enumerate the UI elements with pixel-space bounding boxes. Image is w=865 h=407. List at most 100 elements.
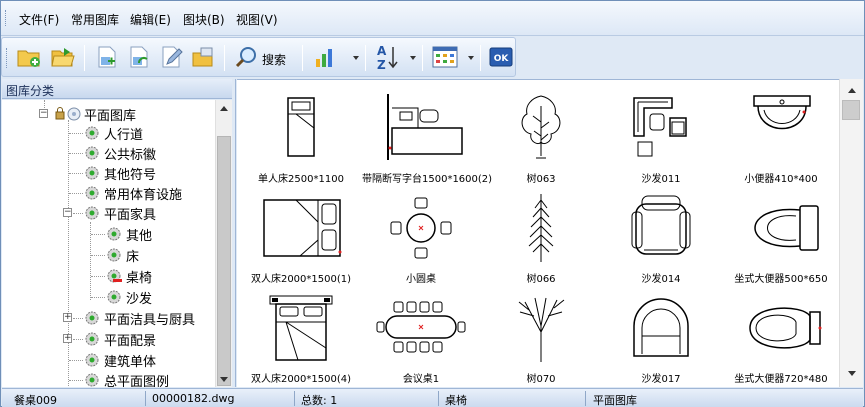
block-item[interactable]: 树066 bbox=[482, 188, 600, 288]
tree-node-other-symbols[interactable]: 其他符号 bbox=[84, 163, 156, 183]
grid-view-icon bbox=[432, 46, 458, 68]
tree-node-sofas[interactable]: 沙发 bbox=[106, 287, 152, 307]
armchair-icon bbox=[631, 195, 691, 255]
splitter[interactable] bbox=[232, 79, 236, 387]
view-mode-button[interactable] bbox=[430, 42, 460, 72]
tree-node-label: 沙发 bbox=[126, 291, 153, 307]
block-caption: 沙发017 bbox=[641, 374, 681, 385]
view-mode-dropdown-icon[interactable] bbox=[468, 56, 474, 60]
tree-node-label: 总平面图例 bbox=[104, 374, 170, 388]
new-folder-button[interactable] bbox=[14, 42, 44, 72]
block-caption: 沙发011 bbox=[641, 174, 681, 185]
block-item[interactable]: 小便器410*400 bbox=[722, 88, 839, 188]
tree-node-site-legend[interactable]: 总平面图例 bbox=[84, 370, 169, 387]
gear-icon bbox=[85, 332, 99, 346]
tree-connector bbox=[91, 276, 105, 277]
menu-file[interactable]: 文件(F) bbox=[19, 11, 59, 28]
tree-node-label: 平面洁具与厨具 bbox=[104, 312, 196, 328]
chart-view-dropdown-icon[interactable] bbox=[353, 56, 359, 60]
tree-node-furniture[interactable]: 平面家具 bbox=[84, 203, 156, 223]
sort-dropdown-icon[interactable] bbox=[410, 56, 416, 60]
toolbar-grip[interactable] bbox=[6, 48, 9, 68]
export-block-button[interactable] bbox=[188, 42, 218, 72]
tree-node-landscape[interactable]: 平面配景 bbox=[84, 329, 156, 349]
search-label[interactable]: 搜索 bbox=[262, 51, 286, 68]
gear-icon bbox=[107, 227, 121, 241]
ok-button[interactable]: OK bbox=[486, 42, 516, 72]
scroll-up-icon[interactable] bbox=[220, 106, 228, 111]
block-item[interactable]: 带隔断写字台1500*1600(2) bbox=[362, 88, 492, 188]
toilet-icon bbox=[749, 307, 822, 349]
block-item[interactable]: 沙发011 bbox=[602, 88, 720, 188]
scroll-down-icon[interactable] bbox=[848, 371, 856, 376]
tree-node-label: 桌椅 bbox=[126, 270, 153, 286]
double-bed-icon bbox=[269, 295, 333, 361]
scroll-up-icon[interactable] bbox=[848, 88, 856, 93]
menu-block[interactable]: 图块(B) bbox=[183, 11, 225, 28]
tree-expand-toggle[interactable]: + bbox=[63, 313, 72, 322]
tree-connector bbox=[73, 339, 83, 340]
status-count: 总数: 1 bbox=[301, 394, 338, 407]
tree-node-root[interactable]: 平面图库 bbox=[54, 104, 136, 124]
tree-node-sanitary-kitchen[interactable]: 平面洁具与厨具 bbox=[84, 308, 195, 328]
menu-grip[interactable] bbox=[5, 10, 8, 26]
tree-node-tables-chairs[interactable]: 桌椅 bbox=[106, 266, 152, 286]
block-item[interactable]: 树070 bbox=[482, 288, 600, 387]
block-item[interactable]: 小圆桌 bbox=[362, 188, 480, 288]
status-library: 平面图库 bbox=[593, 394, 637, 407]
block-item[interactable]: 坐式大便器500*650 bbox=[722, 188, 839, 288]
block-item[interactable]: 会议桌1 bbox=[362, 288, 480, 387]
toolbar-separator bbox=[224, 45, 225, 71]
toolbar-separator bbox=[84, 45, 85, 71]
edit-block-button[interactable] bbox=[156, 42, 186, 72]
gear-icon bbox=[107, 248, 121, 262]
chart-view-button[interactable] bbox=[310, 42, 340, 72]
status-separator bbox=[145, 391, 146, 406]
replace-block-button[interactable] bbox=[124, 42, 154, 72]
scroll-thumb[interactable] bbox=[842, 100, 860, 120]
menu-edit[interactable]: 编辑(E) bbox=[130, 11, 171, 28]
preview-scrollbar[interactable] bbox=[839, 79, 863, 387]
tree-node-label: 平面配景 bbox=[104, 333, 157, 349]
block-item[interactable]: 单人床2500*1100 bbox=[242, 88, 360, 188]
scroll-down-icon[interactable] bbox=[220, 377, 228, 382]
round-table-icon bbox=[390, 197, 452, 259]
document-add-icon bbox=[98, 46, 116, 68]
add-block-button[interactable] bbox=[92, 42, 122, 72]
block-item[interactable]: 双人床2000*1500(4) bbox=[242, 288, 360, 387]
conifer-tree-icon bbox=[528, 194, 554, 262]
tree-collapse-toggle[interactable]: − bbox=[39, 109, 48, 118]
tree-connector bbox=[69, 133, 83, 134]
tree-node-other[interactable]: 其他 bbox=[106, 224, 152, 244]
block-item[interactable]: 坐式大便器720*480 bbox=[722, 288, 839, 387]
tree-node-sports-facilities[interactable]: 常用体育设施 bbox=[84, 183, 182, 203]
bar-chart-icon bbox=[316, 49, 332, 67]
menu-view[interactable]: 视图(V) bbox=[236, 11, 278, 28]
tree-node-public-signs[interactable]: 公共标徽 bbox=[84, 143, 156, 163]
tree-node-beds[interactable]: 床 bbox=[106, 245, 139, 265]
toolbar: 搜索 A Z OK bbox=[1, 37, 516, 77]
block-item[interactable]: 沙发017 bbox=[602, 288, 720, 387]
tree-expand-toggle[interactable]: − bbox=[63, 208, 72, 217]
status-separator bbox=[585, 391, 586, 406]
block-caption: 坐式大便器500*650 bbox=[734, 274, 828, 285]
sort-button[interactable]: A Z bbox=[372, 42, 402, 72]
toolbar-separator bbox=[302, 45, 303, 71]
block-caption: 双人床2000*1500(1) bbox=[250, 274, 352, 285]
tree-node-buildings[interactable]: 建筑单体 bbox=[84, 350, 156, 370]
tree-connector bbox=[69, 193, 83, 194]
double-bed-icon bbox=[263, 199, 342, 257]
category-tree[interactable]: − 平面图库 人行道 公共标徽 其他符号 常用体育设施 − 平面家具 其他 床 … bbox=[2, 100, 215, 387]
block-item[interactable]: 沙发014 bbox=[602, 188, 720, 288]
block-item[interactable]: 双人床2000*1500(1) bbox=[242, 188, 360, 288]
scroll-thumb[interactable] bbox=[217, 136, 231, 386]
tree-node-sidewalk[interactable]: 人行道 bbox=[84, 123, 143, 143]
tree-scrollbar[interactable] bbox=[215, 100, 232, 387]
tree-expand-toggle[interactable]: + bbox=[63, 334, 72, 343]
search-button[interactable] bbox=[232, 42, 262, 72]
tree-connector bbox=[91, 234, 105, 235]
block-item[interactable]: 树063 bbox=[482, 88, 600, 188]
open-folder-button[interactable] bbox=[48, 42, 78, 72]
ok-icon: OK bbox=[489, 47, 513, 67]
menu-common-library[interactable]: 常用图库 bbox=[71, 11, 119, 28]
